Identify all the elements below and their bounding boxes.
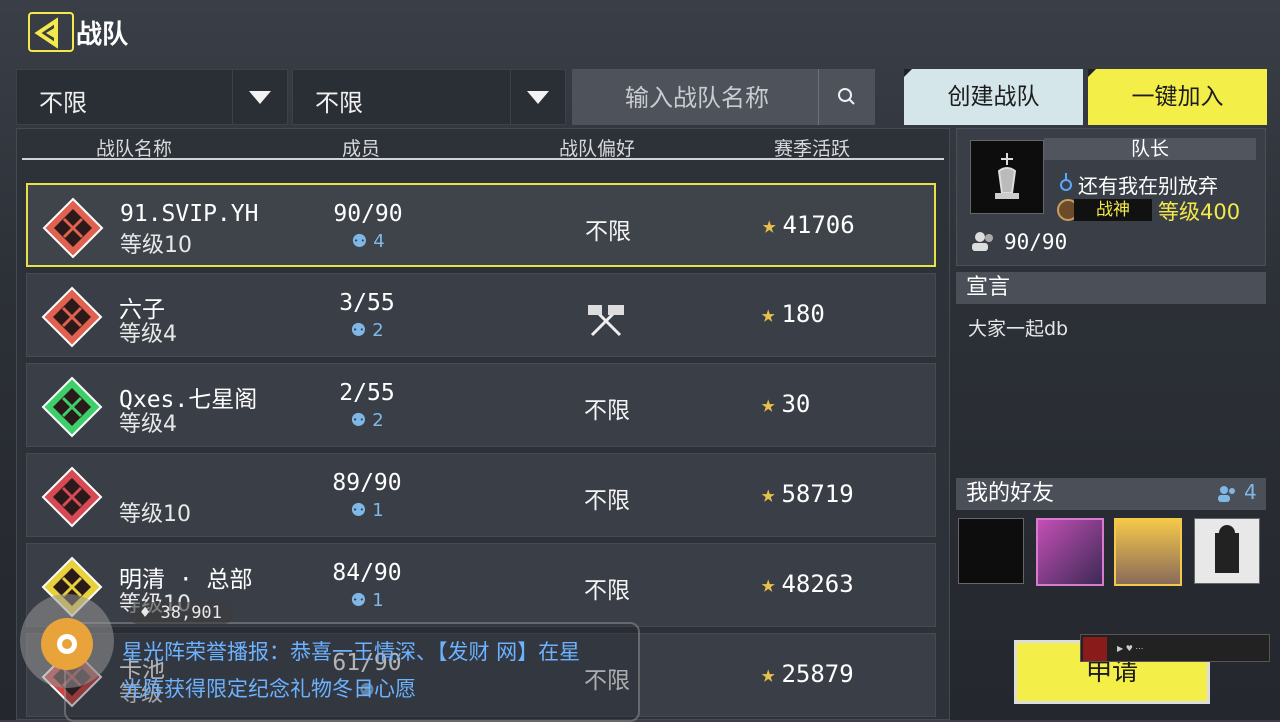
star-icon: ★ — [761, 480, 776, 508]
search-box — [572, 69, 875, 127]
col-header-members: 成员 — [342, 138, 381, 160]
filter-1-value: 不限 — [39, 89, 87, 117]
team-badge-icon — [41, 466, 103, 528]
col-header-name: 战队名称 — [96, 138, 173, 160]
online-members: ⚉ 2 — [350, 320, 384, 341]
online-members: ⚉ 1 — [350, 590, 384, 611]
team-activity: ★ 180 — [761, 300, 825, 328]
viewer-count-value: 38,901 — [160, 603, 222, 623]
chess-king-icon — [971, 141, 1043, 213]
team-level: 等级10 — [120, 233, 192, 258]
team-preference: 不限 — [584, 398, 630, 424]
captain-avatar[interactable] — [970, 140, 1044, 214]
captain-label: 队长 — [1044, 138, 1256, 160]
star-icon: ★ — [762, 211, 777, 239]
team-row[interactable]: 六子 等级4 3/55 ⚉ 2 ★ 180 — [26, 273, 936, 357]
team-preference: 不限 — [584, 578, 630, 604]
online-count: 1 — [372, 500, 384, 521]
create-team-button[interactable]: 创建战队 — [904, 69, 1083, 125]
team-members: 84/90 — [332, 560, 402, 586]
team-preference: 不限 — [585, 219, 631, 245]
team-activity: ★ 41706 — [762, 211, 855, 239]
online-members: ⚉ 2 — [350, 410, 384, 431]
team-activity: ★ 58719 — [761, 480, 854, 508]
friend-avatar-4[interactable] — [1194, 518, 1260, 584]
star-icon: ★ — [761, 300, 776, 328]
team-row[interactable]: 等级10 89/90 ⚉ 1 不限 ★ 58719 — [26, 453, 936, 537]
filter-2-value: 不限 — [315, 89, 363, 117]
team-name: 91.SVIP.YH — [120, 201, 259, 227]
team-row[interactable]: 91.SVIP.YH 等级10 90/90 ⚉ 4 不限 ★ 41706 — [26, 183, 936, 267]
page-title: 战队 — [76, 20, 129, 50]
online-count: 1 — [372, 590, 384, 611]
captain-name: 还有我在别放弃 — [1078, 174, 1218, 198]
chevron-down-icon — [510, 70, 565, 124]
back-arrow-icon — [34, 17, 58, 49]
activity-value: 25879 — [781, 660, 854, 688]
back-button[interactable] — [28, 12, 74, 52]
friends-count-icon — [1218, 486, 1235, 502]
declaration-header: 宣言 — [956, 272, 1266, 304]
search-button[interactable] — [818, 69, 875, 125]
team-row[interactable]: Qxes.七星阁 等级4 2/55 ⚉ 2 不限 ★ 30 — [26, 363, 936, 447]
online-count: 2 — [372, 320, 384, 341]
filter-dropdown-2[interactable]: 不限 — [292, 69, 566, 125]
team-level: 等级10 — [119, 502, 191, 527]
player-thumbnail-icon — [1083, 637, 1107, 661]
star-icon: ★ — [761, 660, 776, 688]
friends-count: 4 — [1244, 480, 1257, 504]
team-members: 89/90 — [332, 470, 402, 496]
quick-join-label: 一键加入 — [1131, 84, 1224, 110]
col-header-activity: 赛季活跃 — [774, 138, 851, 160]
team-preference: 不限 — [584, 488, 630, 514]
online-members: ⚉ 1 — [350, 500, 384, 521]
team-badge-icon — [42, 197, 104, 259]
chevron-down-icon — [232, 70, 287, 124]
mascot-icon — [41, 618, 93, 670]
team-activity: ★ 30 — [761, 390, 810, 418]
col-header-preference: 战队偏好 — [559, 138, 636, 160]
online-count: 2 — [372, 410, 384, 431]
team-activity: ★ 25879 — [761, 660, 854, 688]
friend-avatar-1[interactable] — [958, 518, 1024, 584]
activity-value: 41706 — [782, 211, 855, 239]
online-count: 4 — [373, 231, 385, 252]
header-divider — [22, 158, 944, 160]
crossed-flags-icon — [588, 305, 624, 337]
team-members: 3/55 — [339, 290, 395, 316]
star-icon: ★ — [761, 390, 776, 418]
online-members: ⚉ 4 — [351, 231, 385, 252]
search-icon — [838, 88, 855, 105]
create-team-label: 创建战队 — [947, 84, 1040, 110]
team-level: 等级4 — [119, 322, 177, 347]
team-level: 等级4 — [119, 412, 177, 437]
broadcast-text: 星光阵荣誉播报：恭喜一王情深、【发财 网】在星光阵获得限定纪念礼物冬日心愿 — [122, 640, 581, 701]
captain-level: 等级400 — [1158, 200, 1241, 224]
team-badge-icon — [41, 286, 103, 348]
activity-value: 180 — [781, 300, 825, 328]
gender-male-icon — [1060, 173, 1072, 191]
viewer-count: ♦ 38,901 — [130, 602, 232, 624]
quick-join-button[interactable]: 一键加入 — [1088, 69, 1267, 125]
rank-badge: 战神 — [1074, 199, 1152, 221]
captain-member-count: 90/90 — [1004, 230, 1068, 254]
team-members: 2/55 — [339, 380, 395, 406]
activity-value: 48263 — [781, 570, 854, 598]
team-activity: ★ 48263 — [761, 570, 854, 598]
filter-dropdown-1[interactable]: 不限 — [16, 69, 288, 125]
mini-player-bar[interactable]: ▶ ♥ ⋯ — [1080, 634, 1270, 662]
activity-value: 58719 — [781, 480, 854, 508]
team-members: 90/90 — [333, 201, 403, 227]
activity-value: 30 — [781, 390, 811, 418]
declaration-text: 大家一起db — [968, 318, 1069, 340]
star-icon: ★ — [761, 570, 776, 598]
team-badge-icon — [41, 376, 103, 438]
search-input[interactable] — [572, 69, 822, 127]
streamer-avatar[interactable] — [20, 594, 114, 688]
members-icon — [972, 232, 993, 251]
friend-avatar-2[interactable] — [1036, 518, 1104, 586]
team-preference — [547, 301, 667, 347]
friend-avatar-3[interactable] — [1114, 518, 1182, 586]
